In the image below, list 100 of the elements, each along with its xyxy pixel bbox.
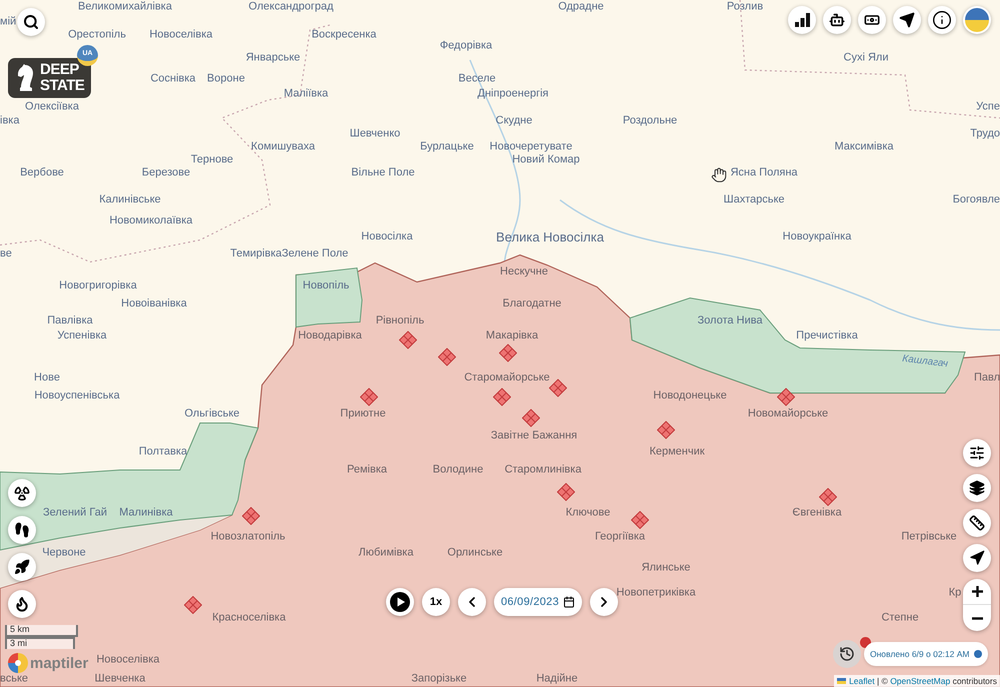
search-icon [23,14,39,30]
place-label: Шевченко [350,128,400,140]
place-label: Дніпроенергія [478,88,548,100]
place-label: Розлив [726,2,764,12]
place-label: Нескучне [500,266,548,278]
place-label: Темирівка [230,248,282,260]
place-label: Новодонецьке [653,390,727,402]
place-label: Старомайорське [464,372,550,384]
place-label: Зелений Гай [43,508,107,518]
place-label: Макарівка [486,330,538,342]
diamond-marker-icon [557,483,575,501]
place-label: Трудо [970,128,1000,140]
place-label: Великомихайлівка [78,2,172,12]
place-label: Новочеретувате [490,142,572,152]
place-label: Ремівка [347,464,387,476]
bar-chart-icon [794,13,810,27]
place-label: Соснівка [150,74,196,84]
chess-knight-icon [17,64,35,92]
place-label: Новопіль [302,280,350,292]
layers-icon [969,480,985,496]
place-label: Золота Нива [698,316,762,326]
hand-cursor-icon [711,167,727,183]
place-label: Євгенівка [792,508,842,518]
place-label: Малинівка [119,508,173,518]
attribution-text: Leaflet | © OpenStreetMap contributors [849,676,997,686]
date-field[interactable]: 06/09/2023 [494,588,582,616]
place-label: Максимівка [834,142,894,152]
place-label: Скудне [496,116,532,126]
status-dot-icon [974,650,982,658]
place-label: Успенівка [57,330,107,342]
place-label: Новомиколаївка [109,216,193,226]
place-label: Орлинське [447,548,503,558]
diamond-marker-icon [242,507,260,525]
place-label: Шевченка [94,674,146,684]
place-label: Веселе [458,74,496,84]
river-label: Кашлагач [902,354,948,370]
place-label: Нове [34,372,60,384]
logo-text: maptiler [30,656,88,670]
place-label: Новий Комар [512,154,580,166]
place-label: Шахтарське [724,194,784,206]
place-label: Олексіївка [25,102,79,112]
place-label: Маліївка [284,88,328,100]
place-label: Новомайорське [748,408,828,420]
place-label: ве [0,248,12,260]
town-label: Велика Новосілка [496,230,604,244]
flame-icon [14,596,30,612]
history-icon [839,646,855,662]
place-label: Завітне Бажання [490,430,578,442]
place-label: Новоуспенівська [34,390,120,402]
footprints-icon [14,522,30,538]
attribution-link[interactable]: Leaflet [849,676,875,686]
logo-icon [8,653,28,673]
flag-icon [965,8,989,32]
place-label: Новопетриківка [616,588,696,598]
place-label: Калинівське [99,194,161,206]
place-label: Новосілка [361,232,413,242]
place-label: Новогригорівка [59,280,137,292]
place-label: Вільне Поле [351,168,415,178]
place-label: Новоселівка [149,30,213,40]
place-label: Одрадне [558,2,604,12]
place-label: Красноселівка [212,612,286,624]
place-label: Сухі Яли [844,52,888,64]
minus-icon [972,616,982,620]
place-label: Орестопіль [68,30,126,40]
place-label: Старомлинівка [504,464,582,476]
attribution-link[interactable]: OpenStreetMap [890,676,950,686]
diamond-marker-icon [777,388,795,406]
place-label: Олександроград [248,2,334,12]
place-label: Тернове [190,154,234,166]
diamond-marker-icon [522,409,540,427]
diamond-marker-icon [819,488,837,506]
place-label: Зелене Поле [282,248,348,260]
play-icon [390,592,410,612]
place-label: Запорізьке [411,674,467,684]
place-label: Январське [246,52,300,64]
place-label: Володине [432,464,484,476]
place-label: Новоіванівка [121,298,187,310]
place-label: Керменчик [649,446,705,458]
place-label: Новоукраїнка [782,232,852,242]
place-label: Георгіївка [594,532,646,542]
liberated-area [296,267,362,328]
place-label: івка [0,116,20,126]
info-icon [932,10,952,30]
place-label: Вороне [207,74,245,84]
robot-icon [829,12,845,28]
diamond-marker-icon [399,331,417,349]
banknote-icon [864,12,880,28]
place-label: Богоявле [952,194,1000,206]
place-label: Приютне [340,408,386,420]
place-label: Ялинське [642,562,690,574]
place-label: вське [0,674,28,684]
radiation-icon [14,485,30,501]
place-label: Бурлацьке [420,142,474,152]
place-label: Степне [881,612,919,624]
place-label: Надійне [536,674,578,684]
place-label: Роздольне [622,116,678,126]
place-label: Павл [974,372,1000,384]
place-label: Ольгівське [184,408,240,420]
scale-bar: 3 mi [5,637,75,649]
place-label: Любимівка [358,548,414,558]
